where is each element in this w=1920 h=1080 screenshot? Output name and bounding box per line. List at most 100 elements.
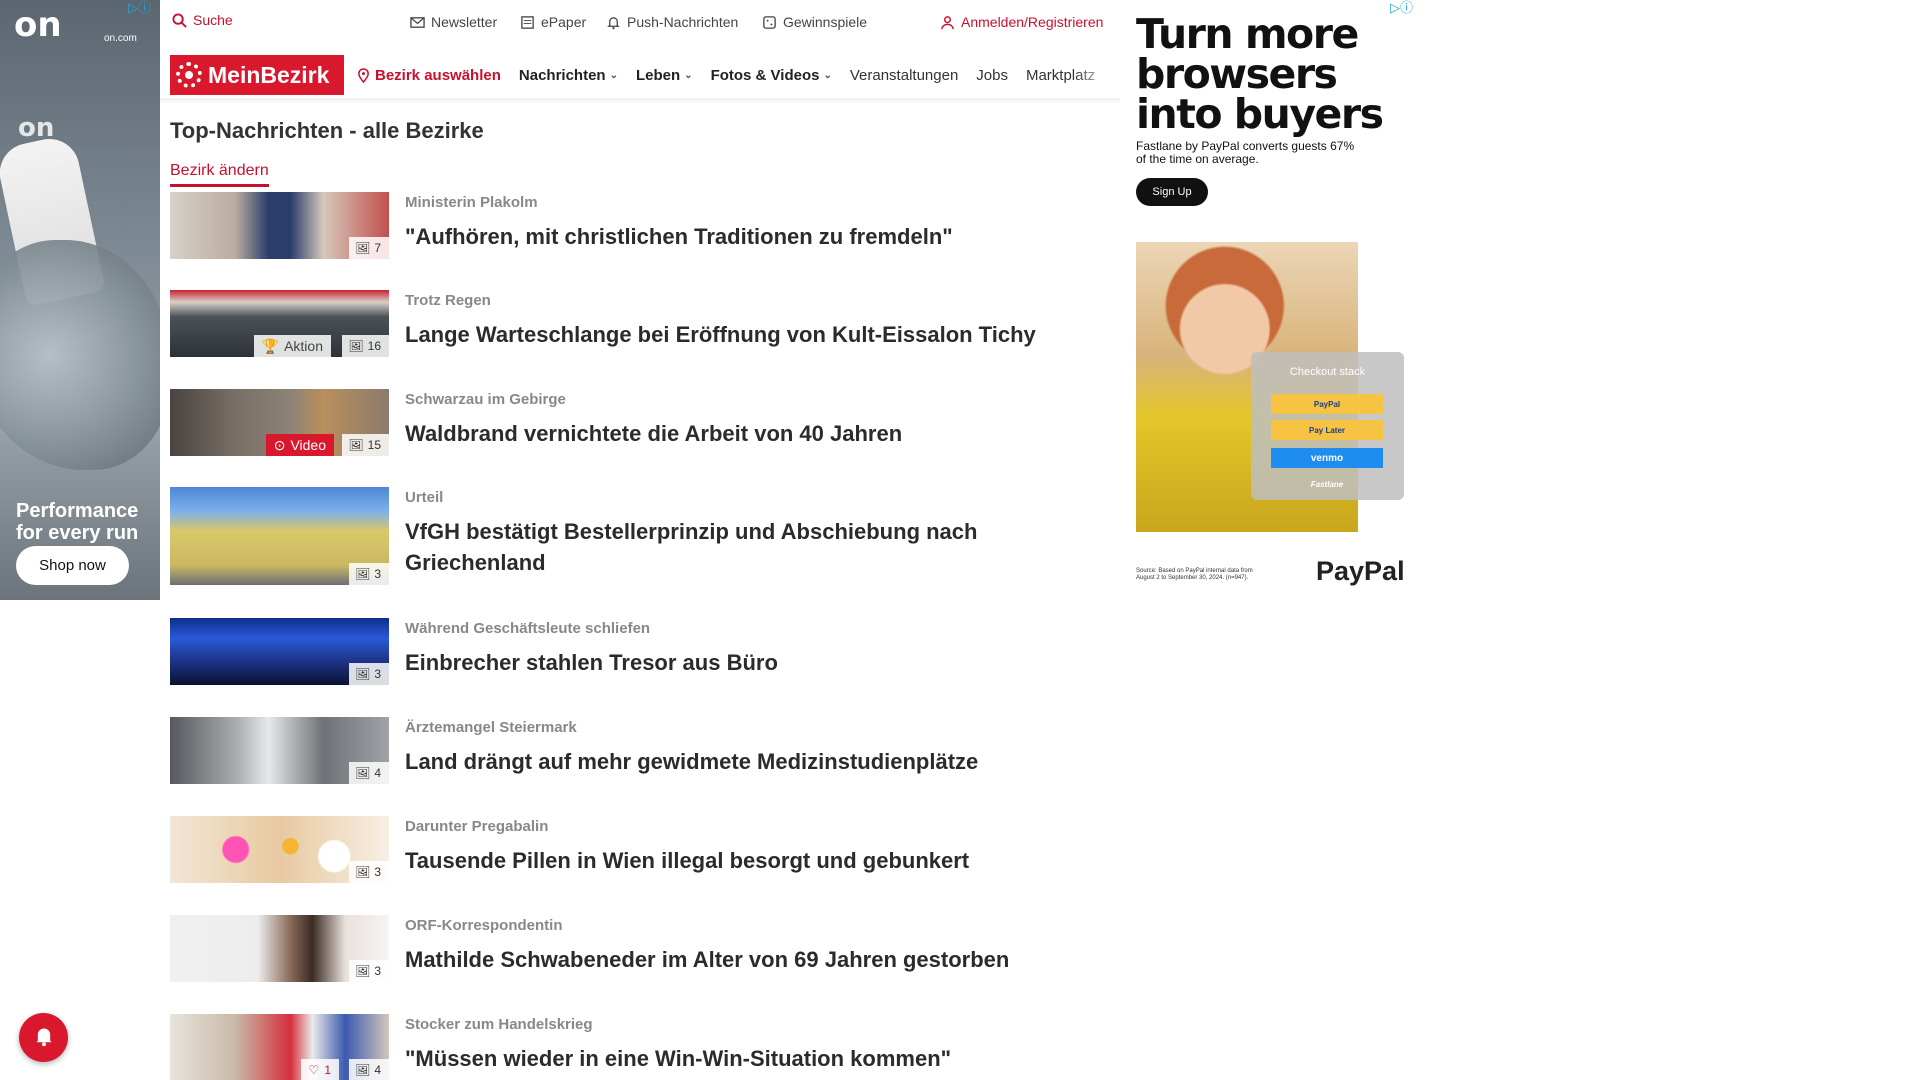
- right-ad-banner[interactable]: Turn more browsers into buyers Fastlane …: [1120, 0, 1420, 600]
- article-headline[interactable]: Land drängt auf mehr gewidmete Medizinst…: [405, 746, 978, 777]
- article-thumbnail[interactable]: 🏆 Aktion 🖼 16: [170, 290, 389, 357]
- article-item[interactable]: ♡ 1 🖼 4 Stocker zum Handelskrieg "Müssen w…: [170, 1014, 1114, 1080]
- notification-bell-button[interactable]: [19, 1013, 68, 1062]
- paypal-logo: PayPal: [1316, 556, 1405, 586]
- article-headline[interactable]: Mathilde Schwabeneder im Alter von 69 Ja…: [405, 944, 1009, 975]
- video-badge: ⊙ Video: [265, 434, 334, 456]
- gallery-icon: 🖼: [348, 339, 364, 353]
- nav-nachrichten[interactable]: Nachrichten ⌄: [519, 67, 618, 84]
- photo-count: 15: [367, 438, 381, 452]
- left-ad-skyscraper[interactable]: on on on.com Performance for every run S…: [0, 0, 160, 600]
- user-icon: [940, 15, 955, 30]
- photo-count-badge: 🖼 3: [349, 861, 389, 883]
- article-thumbnail[interactable]: 🖼 4: [170, 717, 389, 784]
- photo-count: 4: [374, 766, 381, 780]
- article-text: Darunter Pregabalin Tausende Pillen in W…: [405, 816, 969, 915]
- photo-count: 3: [374, 667, 381, 681]
- article-item[interactable]: 🖼 3 Urteil VfGH bestätigt Bestellerprinzi…: [170, 487, 1114, 618]
- article-kicker: Schwarzau im Gebirge: [405, 391, 566, 408]
- epaper-link[interactable]: ePaper: [520, 14, 586, 30]
- nav-veranstaltungen[interactable]: Veranstaltungen: [850, 67, 958, 84]
- like-count: 1: [324, 1063, 331, 1077]
- article-text: Urteil VfGH bestätigt Bestellerprinzip u…: [405, 487, 1085, 618]
- play-icon: ⊙: [273, 436, 286, 453]
- article-headline[interactable]: "Müssen wieder in eine Win-Win-Situation…: [405, 1043, 951, 1074]
- heart-icon: ♡: [308, 1063, 320, 1077]
- ad-photo-shoe: [0, 240, 160, 470]
- top-utility-bar: Suche Newsletter ePaper Push-Nachrichten…: [160, 0, 1120, 46]
- article-thumbnail[interactable]: 🖼 3: [170, 487, 389, 585]
- search-label: Suche: [193, 12, 233, 28]
- push-link[interactable]: Push-Nachrichten: [606, 14, 738, 30]
- change-bezirk-link[interactable]: Bezirk ändern: [170, 162, 269, 187]
- chevron-down-icon: ⌄: [823, 69, 832, 81]
- article-thumbnail[interactable]: 🖼 7: [170, 192, 389, 259]
- gallery-icon: 🖼: [355, 766, 371, 780]
- article-headline[interactable]: Waldbrand vernichtete die Arbeit von 40 …: [405, 418, 902, 449]
- ad-headline: Turn more browsers into buyers: [1136, 14, 1384, 138]
- article-item[interactable]: 🖼 3 Darunter Pregabalin Tausende Pillen i…: [170, 816, 1114, 915]
- nav-leben[interactable]: Leben ⌄: [636, 67, 693, 84]
- meinbezirk-logo[interactable]: MeinBezirk: [170, 55, 344, 95]
- photo-count: 16: [367, 339, 381, 353]
- article-text: Ministerin Plakolm "Aufhören, mit christ…: [405, 192, 953, 290]
- nav-jobs-label: Jobs: [976, 66, 1008, 84]
- article-kicker: Darunter Pregabalin: [405, 818, 549, 835]
- chevron-down-icon: ⌄: [684, 69, 693, 81]
- article-headline[interactable]: Tausende Pillen in Wien illegal besorgt …: [405, 845, 969, 876]
- article-item[interactable]: 🖼 7 Ministerin Plakolm "Aufhören, mit chr…: [170, 192, 1114, 290]
- paypal-button: PayPal: [1271, 394, 1383, 414]
- newsletter-link[interactable]: Newsletter: [410, 14, 497, 30]
- paylater-button: Pay Later: [1271, 420, 1383, 440]
- brand-name: MeinBezirk: [208, 61, 330, 88]
- article-item[interactable]: 🖼 3 ORF-Korrespondentin Mathilde Schwaben…: [170, 915, 1114, 1014]
- article-kicker: Während Geschäftsleute schliefen: [405, 620, 651, 637]
- sign-up-button[interactable]: Sign Up: [1136, 178, 1208, 206]
- nav-shadow: [160, 98, 1120, 104]
- nav-fotos-videos[interactable]: Fotos & Videos ⌄: [711, 67, 832, 84]
- adchoices-icon[interactable]: ▷ⓘ: [1390, 2, 1420, 16]
- gallery-icon: 🖼: [355, 865, 371, 879]
- gewinnspiele-label: Gewinnspiele: [783, 14, 868, 30]
- article-item[interactable]: 🖼 3 Während Geschäftsleute schliefen Einb…: [170, 618, 1114, 717]
- aktion-label: Aktion: [284, 338, 323, 354]
- photo-count: 3: [374, 964, 381, 978]
- login-label: Anmelden/Registrieren: [961, 14, 1104, 30]
- login-link[interactable]: Anmelden/Registrieren: [940, 14, 1103, 30]
- article-headline[interactable]: Lange Warteschlange bei Eröffnung von Ku…: [405, 319, 1036, 350]
- page-title: Top-Nachrichten - alle Bezirke: [170, 118, 484, 143]
- article-item[interactable]: 🏆 Aktion 🖼 16 Trotz Regen Lange Warteschla…: [170, 290, 1114, 389]
- article-thumbnail[interactable]: ⊙ Video 🖼 15: [170, 389, 389, 456]
- brand-sun-icon: [176, 62, 202, 88]
- newspaper-icon: [520, 15, 535, 30]
- article-thumbnail[interactable]: 🖼 3: [170, 618, 389, 685]
- adchoices-icon[interactable]: ▷ⓘ: [128, 2, 158, 16]
- search-link[interactable]: Suche: [172, 12, 233, 28]
- article-text: ORF-Korrespondentin Mathilde Schwabenede…: [405, 915, 1009, 1014]
- article-text: Ärztemangel Steiermark Land drängt auf m…: [405, 717, 978, 816]
- nav-leben-label: Leben: [635, 66, 681, 84]
- checkout-stack-card: Checkout stack PayPal Pay Later venmo Fa…: [1251, 352, 1404, 500]
- epaper-label: ePaper: [541, 14, 587, 30]
- mail-icon: [410, 15, 425, 30]
- article-thumbnail[interactable]: ♡ 1 🖼 4: [170, 1014, 389, 1080]
- shop-now-button[interactable]: Shop now: [16, 546, 129, 585]
- photo-count: 4: [374, 1063, 381, 1077]
- bezirk-select[interactable]: Bezirk auswählen: [356, 67, 501, 84]
- article-kicker: Ärztemangel Steiermark: [405, 719, 577, 736]
- article-list: 🖼 7 Ministerin Plakolm "Aufhören, mit chr…: [170, 192, 1114, 1080]
- article-headline[interactable]: Einbrecher stahlen Tresor aus Büro: [405, 647, 778, 678]
- article-thumbnail[interactable]: 🖼 3: [170, 816, 389, 883]
- ad-headline-line3: into buyers: [1136, 90, 1384, 138]
- article-item[interactable]: ⊙ Video 🖼 15 Schwarzau im Gebirge Waldbran…: [170, 389, 1114, 487]
- photo-count-badge: 🖼 3: [349, 960, 389, 982]
- gewinnspiele-link[interactable]: Gewinnspiele: [762, 14, 867, 30]
- article-headline[interactable]: "Aufhören, mit christlichen Traditionen …: [405, 221, 953, 252]
- gallery-icon: 🖼: [355, 964, 371, 978]
- article-thumbnail[interactable]: 🖼 3: [170, 915, 389, 982]
- nav-jobs[interactable]: Jobs: [976, 67, 1008, 84]
- article-headline[interactable]: VfGH bestätigt Bestellerprinzip und Absc…: [405, 516, 1085, 578]
- ad-subtext: Fastlane by PayPal converts guests 67% o…: [1136, 139, 1355, 166]
- gallery-icon: 🖼: [355, 567, 371, 581]
- article-item[interactable]: 🖼 4 Ärztemangel Steiermark Land drängt au…: [170, 717, 1114, 816]
